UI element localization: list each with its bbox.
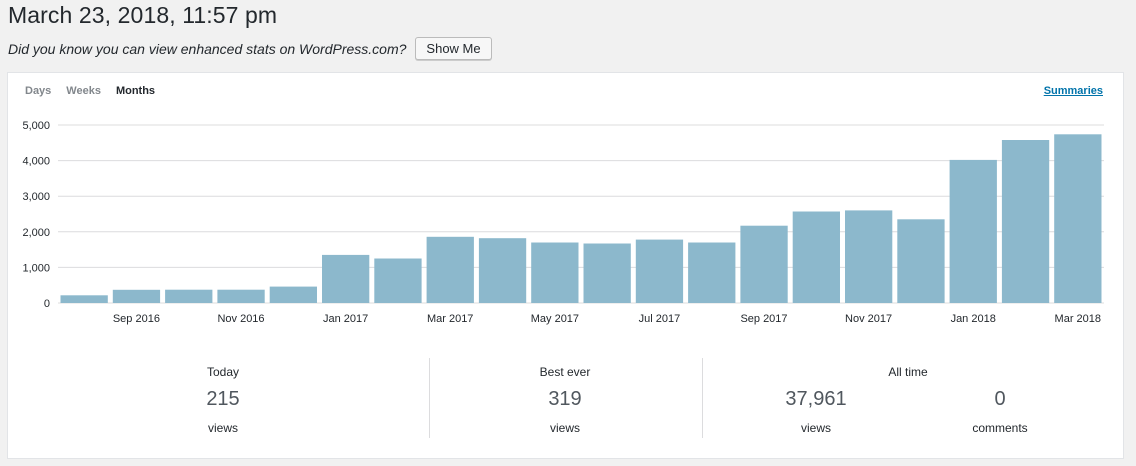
y-tick-label: 2,000 bbox=[22, 227, 50, 239]
stat-all-time-comments-value: 0 bbox=[994, 388, 1006, 410]
stat-best-ever-unit: views bbox=[549, 421, 580, 435]
stat-best-ever-value: 319 bbox=[548, 388, 582, 410]
bar[interactable] bbox=[478, 238, 527, 303]
bar[interactable] bbox=[635, 239, 684, 303]
stat-today-unit: views bbox=[207, 421, 238, 435]
bar[interactable] bbox=[688, 242, 736, 304]
bar[interactable] bbox=[165, 289, 213, 303]
x-tick-label: Mar 2018 bbox=[1055, 313, 1101, 325]
bar[interactable] bbox=[1054, 134, 1102, 303]
bar[interactable] bbox=[322, 254, 370, 303]
show-me-button[interactable]: Show Me bbox=[415, 37, 492, 60]
page-title: March 23, 2018, 11:57 pm bbox=[8, 2, 278, 28]
x-tick-label: Mar 2017 bbox=[427, 313, 473, 325]
x-tick-label: Sep 2017 bbox=[740, 313, 787, 325]
y-tick-label: 5,000 bbox=[22, 120, 50, 132]
x-tick-label: Jan 2017 bbox=[323, 313, 368, 325]
x-tick-label: Nov 2016 bbox=[217, 313, 264, 325]
x-tick-label: Sep 2016 bbox=[113, 313, 160, 325]
bar[interactable] bbox=[583, 243, 631, 304]
views-bar-chart: 0 1,000 2,000 3,000 4,000 5,000 Sep 2016 Nov 20… bbox=[22, 120, 1104, 325]
x-tick-label: Jul 2017 bbox=[639, 313, 681, 325]
bar[interactable] bbox=[374, 258, 422, 304]
stat-all-time-views-unit: views bbox=[800, 421, 831, 435]
stat-all-time-label: All time bbox=[888, 365, 928, 379]
bar[interactable] bbox=[740, 225, 788, 303]
stat-all-time-views-value: 37,961 bbox=[785, 388, 847, 410]
stat-best-ever-label: Best ever bbox=[539, 365, 591, 379]
bar[interactable] bbox=[269, 286, 317, 303]
stats-panel: Days Weeks Months Summaries 0 1,000 2,000 3… bbox=[7, 72, 1124, 459]
y-tick-label: 0 bbox=[44, 298, 50, 310]
bar[interactable] bbox=[217, 289, 265, 303]
stats-summary: Today 215 views Best ever 319 views All … bbox=[8, 358, 1125, 453]
y-tick-label: 1,000 bbox=[22, 262, 50, 274]
bar[interactable] bbox=[949, 159, 997, 303]
bar[interactable] bbox=[531, 242, 579, 304]
stat-all-time-comments-unit: comments bbox=[972, 421, 1028, 435]
promo-text: Did you know you can view enhanced stats… bbox=[8, 40, 407, 57]
bar[interactable] bbox=[845, 210, 893, 303]
bar[interactable] bbox=[792, 211, 840, 304]
bar[interactable] bbox=[112, 289, 161, 303]
stat-today-value: 215 bbox=[206, 388, 240, 410]
x-tick-label: Nov 2017 bbox=[845, 313, 892, 325]
promo-row: Did you know you can view enhanced stats… bbox=[8, 37, 492, 60]
y-tick-label: 3,000 bbox=[22, 191, 50, 203]
x-tick-label: Jan 2018 bbox=[951, 313, 996, 325]
stat-today-label: Today bbox=[206, 365, 240, 379]
x-tick-label: May 2017 bbox=[531, 313, 579, 325]
bar[interactable] bbox=[897, 219, 945, 303]
y-tick-label: 4,000 bbox=[22, 156, 50, 168]
bar[interactable] bbox=[1001, 140, 1050, 303]
bar[interactable] bbox=[60, 295, 108, 303]
bar[interactable] bbox=[426, 236, 474, 303]
